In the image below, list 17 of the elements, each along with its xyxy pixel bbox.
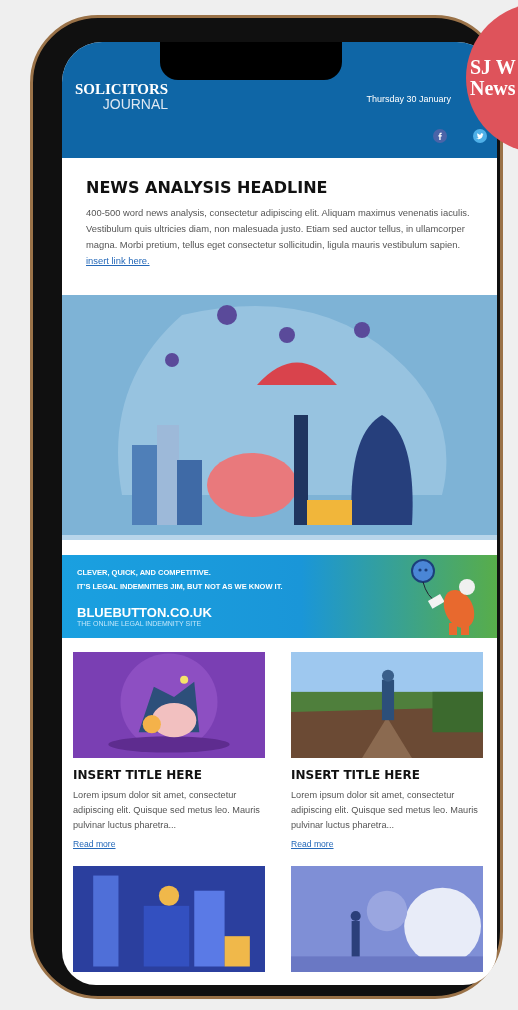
twitter-icon[interactable]: [473, 129, 487, 143]
badge-text: News: [470, 78, 517, 99]
text-link[interactable]: insert link here.: [86, 255, 150, 266]
article-headline: NEWS ANALYSIS HEADLINE: [86, 178, 329, 197]
logo-text: JOURNAL: [102, 97, 169, 111]
card-title: INSERT TITLE HERE: [73, 768, 203, 782]
banner-brand: BLUEBUTTON.CO.UK: [77, 605, 213, 620]
logo-text: SOLICITORS: [75, 82, 169, 97]
card-excerpt: Lorem ipsum dolor sit amet, consectetur adipiscing elit. Quisque sed metus leo. Mauris pulvinar luctus pharetra...: [291, 789, 479, 832]
badge-text: SJ W: [470, 57, 517, 78]
card-title: INSERT TITLE HERE: [291, 768, 421, 782]
read-more-link[interactable]: Read more: [291, 839, 334, 849]
facebook-icon[interactable]: [433, 129, 447, 143]
date-text: Thursday 30 January: [366, 94, 451, 104]
read-more-link[interactable]: Read more: [73, 839, 116, 849]
article-body: 400-500 word news analysis, consectetur adipiscing elit. Aliquam maximus venenatis iaculis. Vestibulum quis ultricies diam, non malesuada justo. Etiam sed auctor tellus, in ullamcorper magna. Morbi pretium, tellus eget consectetur sollicitudin, ligula mauris vestibulum sapien. insert link here.: [86, 206, 471, 268]
card-excerpt: Lorem ipsum dolor sit amet, consectetur adipiscing elit. Quisque sed metus leo. Mauris pulvinar luctus pharetra...: [73, 789, 261, 832]
